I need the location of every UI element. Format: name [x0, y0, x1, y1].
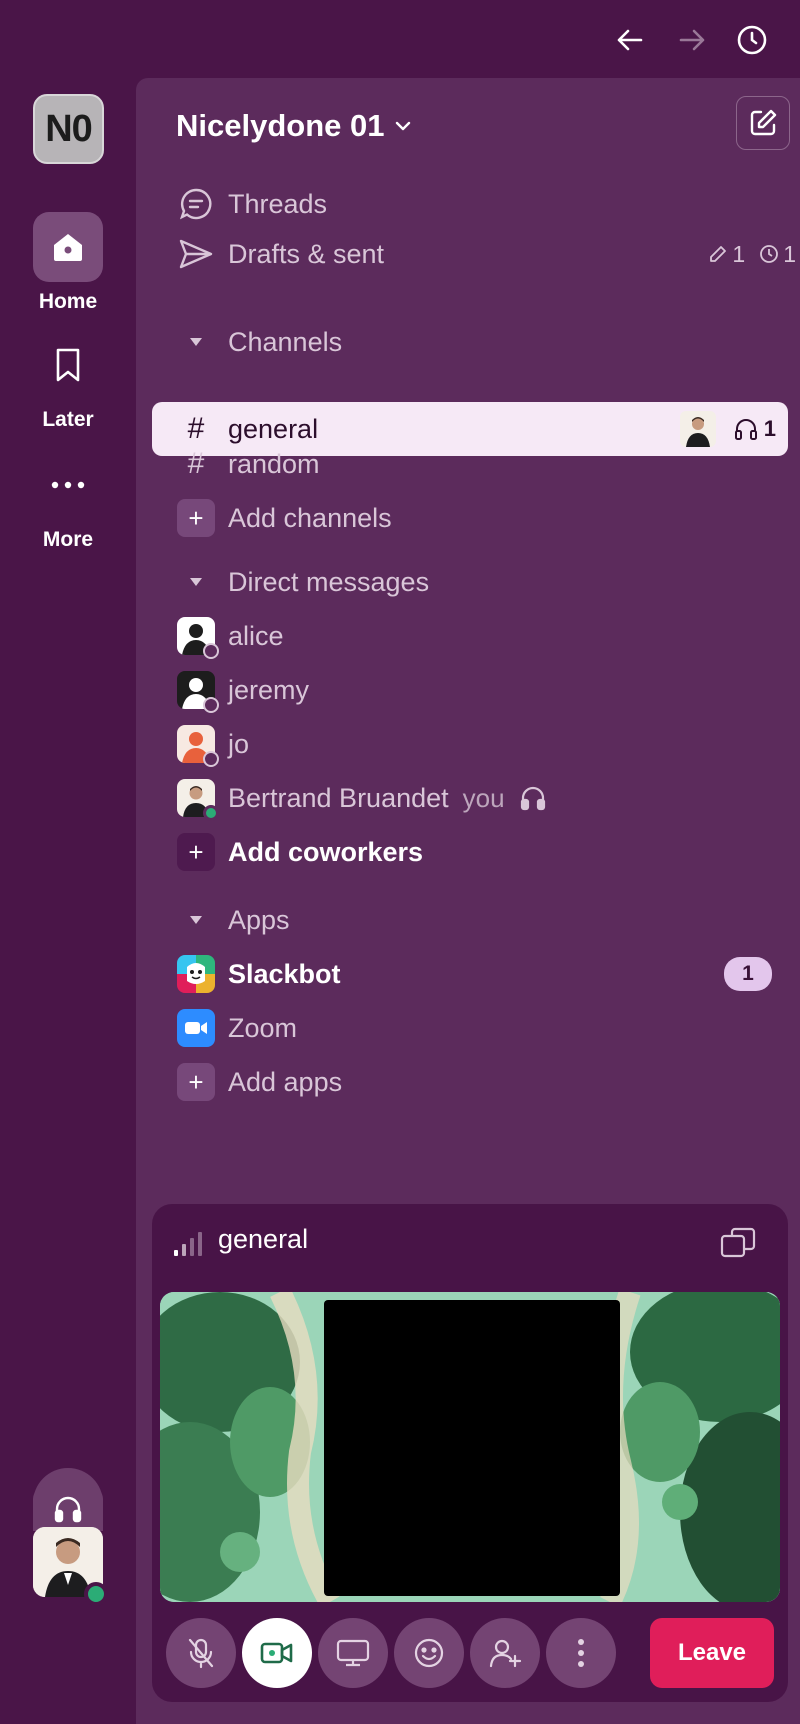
- add-apps-label: Add apps: [228, 1066, 343, 1097]
- forward-arrow-icon[interactable]: [674, 22, 710, 58]
- dm-alice-label: alice: [228, 620, 284, 651]
- channel-random[interactable]: # random: [176, 440, 796, 488]
- you-tag: you: [462, 782, 505, 813]
- video-camera-icon: [260, 1642, 293, 1664]
- bookmark-icon: [33, 330, 103, 400]
- plus-icon: +: [177, 499, 215, 537]
- workspace-menu[interactable]: Nicelydone 01: [176, 108, 412, 144]
- threads-icon: [176, 184, 216, 224]
- top-bar: [0, 0, 800, 78]
- sidebar-panel: Nicelydone 01 Threads Drafts & sent 1 1: [136, 78, 800, 1724]
- add-apps-button[interactable]: + Add apps: [176, 1058, 796, 1106]
- section-channels[interactable]: Channels: [176, 318, 796, 366]
- avatar: [177, 779, 219, 821]
- more-options-button[interactable]: [546, 1618, 616, 1688]
- compose-button[interactable]: [736, 96, 790, 150]
- add-coworkers-label: Add coworkers: [228, 836, 424, 867]
- more-dots-icon: [33, 462, 103, 508]
- pencil-icon: [710, 246, 727, 262]
- nav-drafts-sent[interactable]: Drafts & sent 1 1: [176, 230, 796, 278]
- online-status-indicator: [84, 1582, 108, 1606]
- headphones-icon: [734, 419, 757, 440]
- huddle-panel: general Leave: [152, 1204, 788, 1702]
- add-coworkers-button[interactable]: + Add coworkers: [176, 828, 796, 876]
- nav-threads[interactable]: Threads: [176, 180, 796, 228]
- workspace-name: Nicelydone 01: [176, 108, 385, 143]
- app-slackbot[interactable]: Slackbot 1: [176, 950, 796, 998]
- plus-icon: +: [177, 1063, 215, 1101]
- apps-header: Apps: [228, 904, 290, 935]
- rail-more-label: More: [42, 528, 94, 551]
- scheduled-count: 1: [783, 240, 796, 267]
- avatar: [177, 725, 219, 767]
- scheduled-clock-icon: [760, 245, 779, 263]
- add-person-icon: [489, 1639, 522, 1668]
- slackbot-icon: [177, 955, 215, 993]
- app-zoom[interactable]: Zoom: [176, 1004, 796, 1052]
- compose-icon: [750, 109, 777, 136]
- rail-home-label: Home: [38, 290, 98, 313]
- huddle-headphones-icon[interactable]: [33, 1487, 103, 1531]
- section-apps[interactable]: Apps: [176, 896, 796, 944]
- reactions-button[interactable]: [394, 1618, 464, 1688]
- video-toggle-button[interactable]: [242, 1618, 312, 1688]
- unread-badge: 1: [724, 957, 772, 991]
- huddle-video-feed: [160, 1292, 780, 1602]
- vertical-dots-icon: [578, 1639, 584, 1667]
- rail-later[interactable]: Later: [18, 330, 118, 432]
- hash-icon: #: [187, 447, 205, 480]
- back-arrow-icon[interactable]: [612, 22, 648, 58]
- drafts-label: Drafts & sent: [228, 238, 385, 269]
- leave-huddle-button[interactable]: Leave: [650, 1618, 774, 1688]
- workspace-rail: N0 Home Later More: [0, 78, 136, 1724]
- drafts-count: 1: [732, 240, 746, 267]
- dm-jo-label: jo: [228, 728, 250, 759]
- rail-later-label: Later: [42, 408, 94, 431]
- monitor-icon: [336, 1639, 370, 1667]
- dm-self-label: Bertrand Bruandet: [228, 782, 449, 813]
- section-direct-messages[interactable]: Direct messages: [176, 558, 796, 606]
- rail-home[interactable]: Home: [18, 212, 118, 314]
- zoom-label: Zoom: [228, 1012, 298, 1043]
- dm-alice[interactable]: alice: [176, 612, 796, 660]
- mic-off-icon: [188, 1638, 214, 1669]
- dm-self[interactable]: Bertrand Bruandet you: [176, 774, 796, 822]
- home-icon: [33, 212, 103, 282]
- workspace-switcher[interactable]: N0: [33, 94, 104, 164]
- slackbot-label: Slackbot: [228, 958, 341, 989]
- threads-label: Threads: [228, 188, 328, 219]
- plus-icon: +: [177, 833, 215, 871]
- caret-down-icon: [176, 322, 216, 362]
- camera-off-placeholder: [324, 1300, 620, 1596]
- add-channels-button[interactable]: + Add channels: [176, 494, 796, 542]
- share-screen-button[interactable]: [318, 1618, 388, 1688]
- signal-strength-icon: [174, 1232, 202, 1256]
- chevron-down-icon: [396, 121, 411, 131]
- mute-mic-button[interactable]: [166, 1618, 236, 1688]
- history-clock-icon[interactable]: [734, 22, 770, 58]
- dm-header: Direct messages: [228, 566, 430, 597]
- zoom-icon: [177, 1009, 215, 1047]
- channels-header: Channels: [228, 326, 343, 357]
- caret-down-icon: [176, 562, 216, 602]
- dm-jo[interactable]: jo: [176, 720, 796, 768]
- invite-button[interactable]: [470, 1618, 540, 1688]
- add-channels-label: Add channels: [228, 502, 392, 533]
- huddle-count: 1: [763, 416, 776, 441]
- huddle-channel-name: general: [218, 1224, 309, 1254]
- send-icon: [176, 234, 216, 274]
- channel-random-label: random: [228, 448, 320, 479]
- popout-window-icon[interactable]: [718, 1224, 758, 1264]
- caret-down-icon: [176, 900, 216, 940]
- avatar: [177, 671, 219, 713]
- dm-jeremy-label: jeremy: [228, 674, 310, 705]
- emoji-icon: [414, 1638, 444, 1668]
- dm-jeremy[interactable]: jeremy: [176, 666, 796, 714]
- avatar: [177, 617, 219, 659]
- rail-more[interactable]: More: [18, 462, 118, 552]
- headphones-icon: [520, 786, 545, 811]
